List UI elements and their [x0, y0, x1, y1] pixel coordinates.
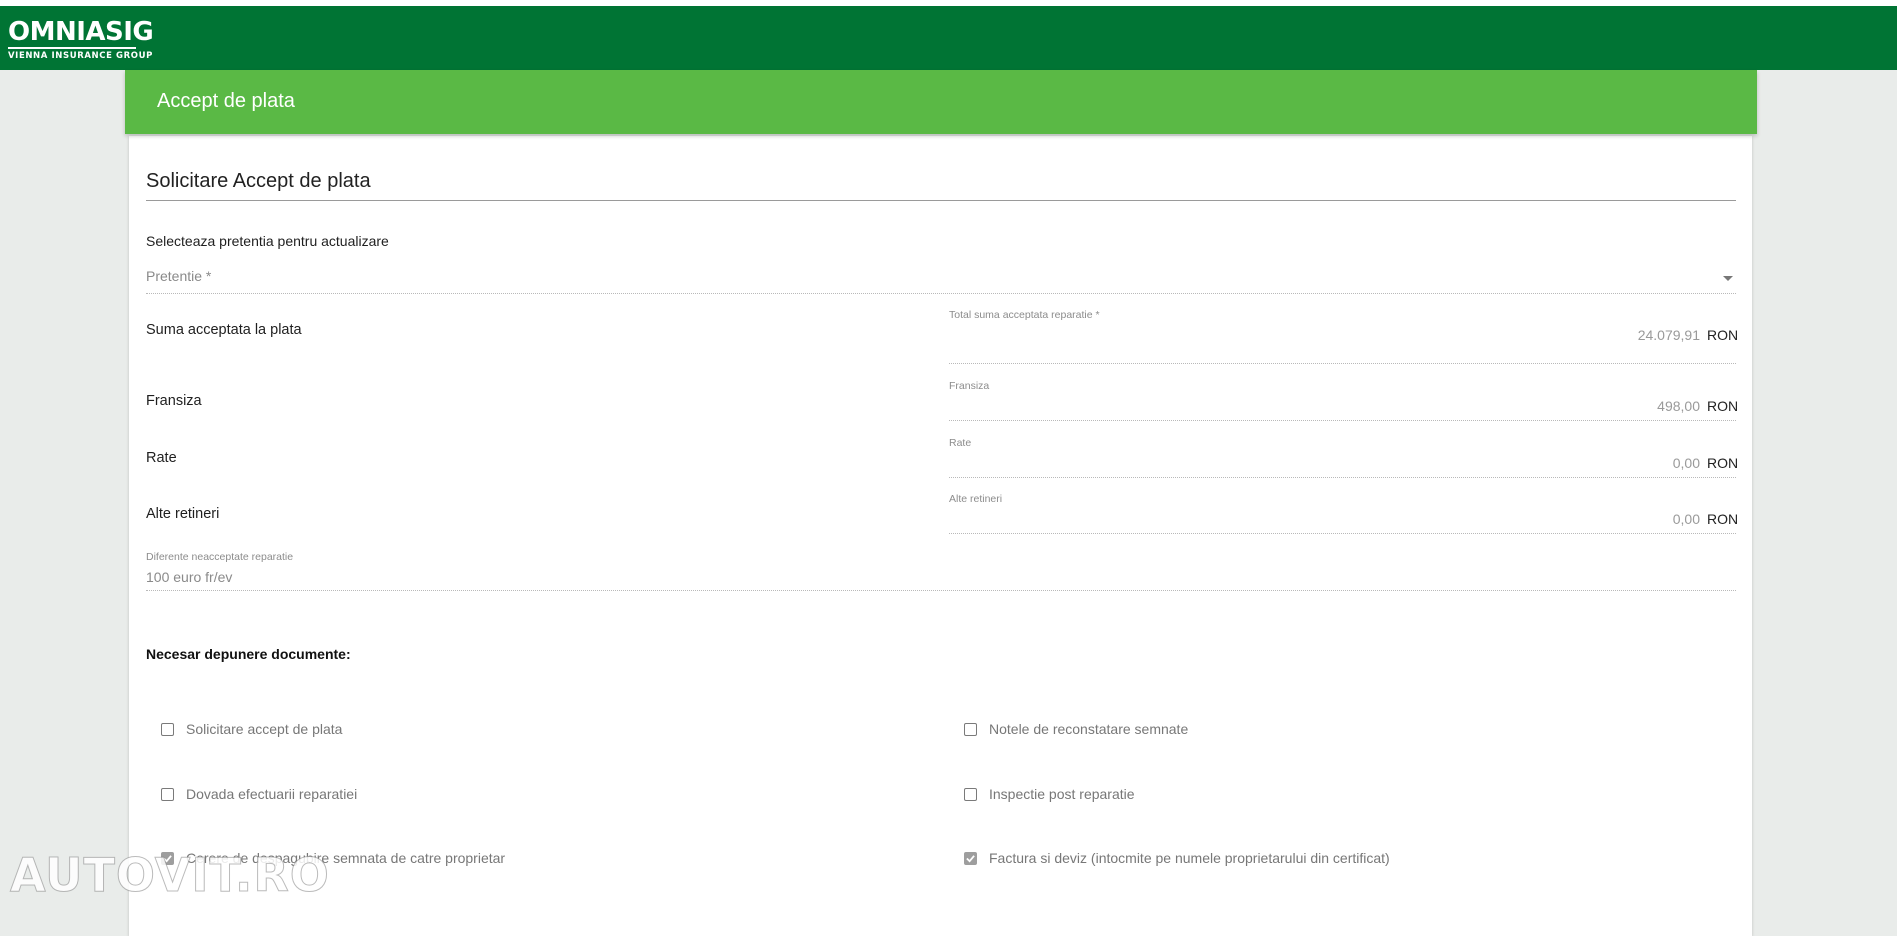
installments-label: Rate [146, 450, 177, 466]
other-retentions-field-label: Alte retineri [949, 493, 1003, 505]
deductible-underline [949, 420, 1736, 421]
checkbox[interactable] [161, 722, 174, 736]
claim-select[interactable]: Pretentie * [146, 262, 1736, 294]
document-checkbox-item[interactable]: Factura si deviz (intocmite pe numele pr… [964, 850, 1390, 866]
logo-name: OMNIASIG [8, 17, 154, 47]
installments-field-label: Rate [949, 437, 972, 449]
installments-input[interactable]: 0,00 [1500, 455, 1700, 471]
checkbox-label: Factura si deviz (intocmite pe numele pr… [989, 850, 1390, 866]
deductible-input[interactable]: 498,00 [1500, 398, 1700, 414]
total-accepted-underline [949, 363, 1736, 364]
claim-select-label: Selecteaza pretentia pentru actualizare [146, 233, 389, 249]
total-accepted-unit: RON [1707, 327, 1739, 343]
deductible-unit: RON [1707, 398, 1739, 414]
differences-underline [146, 590, 1736, 591]
other-retentions-label: Alte retineri [146, 506, 220, 522]
checkbox[interactable] [964, 851, 977, 865]
document-checkbox-item[interactable]: Solicitare accept de plata [161, 721, 342, 737]
checkbox[interactable] [964, 787, 977, 801]
deductible-field-label: Fransiza [949, 380, 990, 392]
other-retentions-underline [949, 533, 1736, 534]
checkbox-label: Inspectie post reparatie [989, 786, 1135, 802]
differences-input[interactable]: 100 euro fr/ev [146, 569, 232, 585]
chevron-down-icon[interactable] [1723, 276, 1733, 281]
differences-field-label: Diferente neacceptate reparatie [146, 551, 294, 563]
installments-unit: RON [1707, 455, 1739, 471]
claim-select-underline [146, 293, 1736, 294]
card-header: Accept de plata [125, 70, 1757, 134]
total-accepted-field-label: Total suma acceptata reparatie * [949, 309, 1100, 321]
top-bar: OMNIASIG VIENNA INSURANCE GROUP [0, 6, 1897, 70]
card-header-title: Accept de plata [157, 90, 295, 112]
claim-select-placeholder: Pretentie * [146, 268, 212, 284]
checkbox-label: Solicitare accept de plata [186, 721, 343, 737]
section-divider [146, 200, 1736, 201]
installments-underline [949, 477, 1736, 478]
other-retentions-unit: RON [1707, 511, 1739, 527]
section-title: Solicitare Accept de plata [146, 170, 371, 192]
checkbox[interactable] [964, 722, 977, 736]
deductible-label: Fransiza [146, 393, 202, 409]
documents-heading: Necesar depunere documente: [146, 646, 351, 662]
autovit-watermark: AUTOVIT.RO [10, 848, 330, 903]
logo-tagline: VIENNA INSURANCE GROUP [8, 51, 153, 61]
other-retentions-input[interactable]: 0,00 [1500, 511, 1700, 527]
accepted-amount-label: Suma acceptata la plata [146, 322, 302, 338]
omniasig-logo[interactable]: OMNIASIG VIENNA INSURANCE GROUP [8, 17, 154, 61]
checkbox-label: Dovada efectuarii reparatiei [186, 786, 358, 802]
document-checkbox-item[interactable]: Inspectie post reparatie [964, 786, 1135, 802]
document-checkbox-item[interactable]: Notele de reconstatare semnate [964, 721, 1188, 737]
total-accepted-input[interactable]: 24.079,91 [1500, 327, 1700, 343]
checkbox[interactable] [161, 787, 174, 801]
document-checkbox-item[interactable]: Dovada efectuarii reparatiei [161, 786, 357, 802]
logo-divider [8, 47, 136, 49]
checkbox-label: Notele de reconstatare semnate [989, 721, 1189, 737]
form-card [129, 136, 1752, 936]
